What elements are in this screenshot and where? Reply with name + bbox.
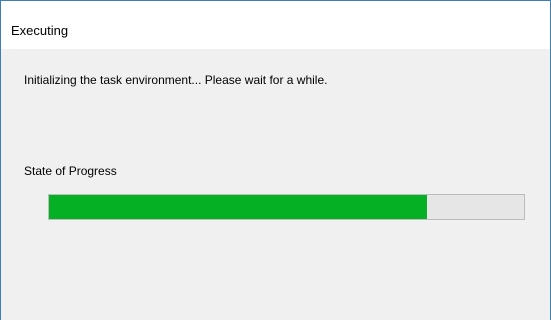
executing-dialog: Executing Initializing the task environm… [0,0,551,320]
title-bar[interactable]: Executing [1,1,550,49]
progress-label: State of Progress [24,164,117,178]
progress-bar [48,194,525,220]
status-message: Initializing the task environment... Ple… [24,73,328,87]
progress-bar-fill [49,195,427,219]
window-title: Executing [11,23,69,38]
